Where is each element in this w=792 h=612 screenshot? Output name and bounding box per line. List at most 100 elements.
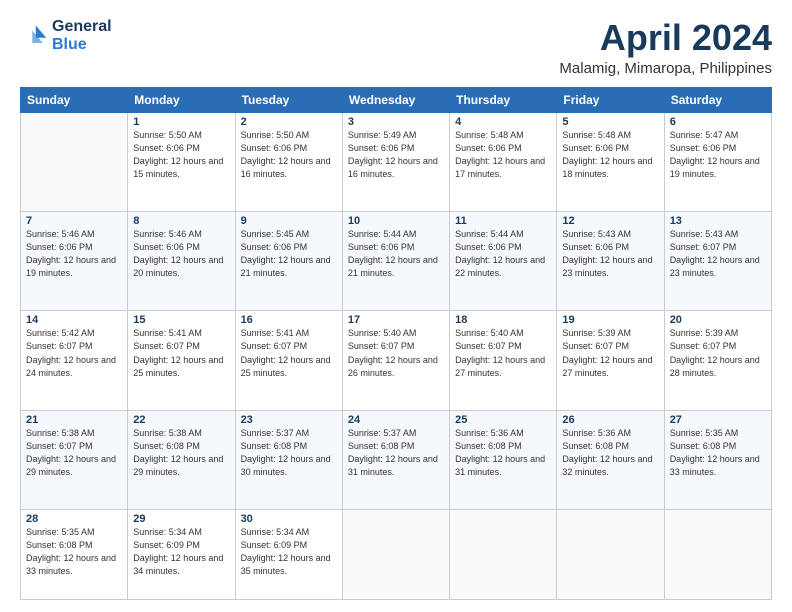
table-row: [21, 112, 128, 211]
day-number: 4: [455, 116, 551, 128]
day-info: Sunrise: 5:37 AMSunset: 6:08 PMDaylight:…: [241, 427, 337, 479]
day-info: Sunrise: 5:47 AMSunset: 6:06 PMDaylight:…: [670, 129, 766, 181]
col-wednesday: Wednesday: [342, 87, 449, 112]
day-info: Sunrise: 5:41 AMSunset: 6:07 PMDaylight:…: [133, 327, 229, 379]
day-info: Sunrise: 5:34 AMSunset: 6:09 PMDaylight:…: [241, 526, 337, 578]
day-info: Sunrise: 5:38 AMSunset: 6:07 PMDaylight:…: [26, 427, 122, 479]
table-row: 13Sunrise: 5:43 AMSunset: 6:07 PMDayligh…: [664, 212, 771, 311]
day-number: 8: [133, 215, 229, 227]
day-info: Sunrise: 5:39 AMSunset: 6:07 PMDaylight:…: [562, 327, 658, 379]
col-thursday: Thursday: [450, 87, 557, 112]
table-row: 19Sunrise: 5:39 AMSunset: 6:07 PMDayligh…: [557, 311, 664, 410]
day-number: 27: [670, 414, 766, 426]
table-row: 21Sunrise: 5:38 AMSunset: 6:07 PMDayligh…: [21, 410, 128, 509]
day-info: Sunrise: 5:43 AMSunset: 6:07 PMDaylight:…: [670, 228, 766, 280]
table-row: 18Sunrise: 5:40 AMSunset: 6:07 PMDayligh…: [450, 311, 557, 410]
calendar-header-row: Sunday Monday Tuesday Wednesday Thursday…: [21, 87, 772, 112]
day-info: Sunrise: 5:46 AMSunset: 6:06 PMDaylight:…: [26, 228, 122, 280]
day-number: 3: [348, 116, 444, 128]
table-row: 12Sunrise: 5:43 AMSunset: 6:06 PMDayligh…: [557, 212, 664, 311]
day-info: Sunrise: 5:50 AMSunset: 6:06 PMDaylight:…: [241, 129, 337, 181]
day-info: Sunrise: 5:44 AMSunset: 6:06 PMDaylight:…: [455, 228, 551, 280]
table-row: 17Sunrise: 5:40 AMSunset: 6:07 PMDayligh…: [342, 311, 449, 410]
day-number: 21: [26, 414, 122, 426]
day-number: 7: [26, 215, 122, 227]
logo: General Blue: [20, 18, 112, 53]
day-number: 20: [670, 314, 766, 326]
table-row: 22Sunrise: 5:38 AMSunset: 6:08 PMDayligh…: [128, 410, 235, 509]
day-info: Sunrise: 5:34 AMSunset: 6:09 PMDaylight:…: [133, 526, 229, 578]
table-row: 16Sunrise: 5:41 AMSunset: 6:07 PMDayligh…: [235, 311, 342, 410]
calendar-week-row: 1Sunrise: 5:50 AMSunset: 6:06 PMDaylight…: [21, 112, 772, 211]
table-row: 26Sunrise: 5:36 AMSunset: 6:08 PMDayligh…: [557, 410, 664, 509]
table-row: 14Sunrise: 5:42 AMSunset: 6:07 PMDayligh…: [21, 311, 128, 410]
day-info: Sunrise: 5:40 AMSunset: 6:07 PMDaylight:…: [348, 327, 444, 379]
day-info: Sunrise: 5:49 AMSunset: 6:06 PMDaylight:…: [348, 129, 444, 181]
table-row: 7Sunrise: 5:46 AMSunset: 6:06 PMDaylight…: [21, 212, 128, 311]
day-number: 15: [133, 314, 229, 326]
col-sunday: Sunday: [21, 87, 128, 112]
day-info: Sunrise: 5:36 AMSunset: 6:08 PMDaylight:…: [562, 427, 658, 479]
day-info: Sunrise: 5:35 AMSunset: 6:08 PMDaylight:…: [670, 427, 766, 479]
day-number: 16: [241, 314, 337, 326]
calendar-week-row: 28Sunrise: 5:35 AMSunset: 6:08 PMDayligh…: [21, 510, 772, 600]
day-number: 25: [455, 414, 551, 426]
day-number: 24: [348, 414, 444, 426]
day-info: Sunrise: 5:42 AMSunset: 6:07 PMDaylight:…: [26, 327, 122, 379]
header: General Blue April 2024 Malamig, Mimarop…: [20, 18, 772, 77]
table-row: 6Sunrise: 5:47 AMSunset: 6:06 PMDaylight…: [664, 112, 771, 211]
table-row: 5Sunrise: 5:48 AMSunset: 6:06 PMDaylight…: [557, 112, 664, 211]
day-number: 19: [562, 314, 658, 326]
day-number: 2: [241, 116, 337, 128]
day-number: 18: [455, 314, 551, 326]
table-row: [342, 510, 449, 600]
day-info: Sunrise: 5:48 AMSunset: 6:06 PMDaylight:…: [455, 129, 551, 181]
day-number: 29: [133, 513, 229, 525]
table-row: 3Sunrise: 5:49 AMSunset: 6:06 PMDaylight…: [342, 112, 449, 211]
day-number: 11: [455, 215, 551, 227]
day-number: 6: [670, 116, 766, 128]
table-row: 30Sunrise: 5:34 AMSunset: 6:09 PMDayligh…: [235, 510, 342, 600]
col-monday: Monday: [128, 87, 235, 112]
day-number: 28: [26, 513, 122, 525]
day-info: Sunrise: 5:35 AMSunset: 6:08 PMDaylight:…: [26, 526, 122, 578]
day-info: Sunrise: 5:46 AMSunset: 6:06 PMDaylight:…: [133, 228, 229, 280]
day-info: Sunrise: 5:41 AMSunset: 6:07 PMDaylight:…: [241, 327, 337, 379]
day-info: Sunrise: 5:36 AMSunset: 6:08 PMDaylight:…: [455, 427, 551, 479]
table-row: 23Sunrise: 5:37 AMSunset: 6:08 PMDayligh…: [235, 410, 342, 509]
day-info: Sunrise: 5:38 AMSunset: 6:08 PMDaylight:…: [133, 427, 229, 479]
day-number: 10: [348, 215, 444, 227]
day-number: 14: [26, 314, 122, 326]
day-number: 9: [241, 215, 337, 227]
title-block: April 2024 Malamig, Mimaropa, Philippine…: [559, 18, 772, 77]
table-row: 11Sunrise: 5:44 AMSunset: 6:06 PMDayligh…: [450, 212, 557, 311]
logo-line1: General: [52, 18, 112, 35]
day-number: 23: [241, 414, 337, 426]
page: General Blue April 2024 Malamig, Mimarop…: [0, 0, 792, 612]
calendar-table: Sunday Monday Tuesday Wednesday Thursday…: [20, 87, 772, 600]
calendar-week-row: 7Sunrise: 5:46 AMSunset: 6:06 PMDaylight…: [21, 212, 772, 311]
day-number: 12: [562, 215, 658, 227]
calendar-week-row: 14Sunrise: 5:42 AMSunset: 6:07 PMDayligh…: [21, 311, 772, 410]
table-row: 9Sunrise: 5:45 AMSunset: 6:06 PMDaylight…: [235, 212, 342, 311]
table-row: 29Sunrise: 5:34 AMSunset: 6:09 PMDayligh…: [128, 510, 235, 600]
location: Malamig, Mimaropa, Philippines: [559, 60, 772, 77]
day-number: 22: [133, 414, 229, 426]
logo-general: General Blue: [52, 18, 112, 53]
day-number: 5: [562, 116, 658, 128]
table-row: 24Sunrise: 5:37 AMSunset: 6:08 PMDayligh…: [342, 410, 449, 509]
table-row: [557, 510, 664, 600]
day-number: 17: [348, 314, 444, 326]
col-tuesday: Tuesday: [235, 87, 342, 112]
col-saturday: Saturday: [664, 87, 771, 112]
day-info: Sunrise: 5:39 AMSunset: 6:07 PMDaylight:…: [670, 327, 766, 379]
table-row: 25Sunrise: 5:36 AMSunset: 6:08 PMDayligh…: [450, 410, 557, 509]
table-row: 2Sunrise: 5:50 AMSunset: 6:06 PMDaylight…: [235, 112, 342, 211]
table-row: 15Sunrise: 5:41 AMSunset: 6:07 PMDayligh…: [128, 311, 235, 410]
month-title: April 2024: [559, 18, 772, 58]
day-info: Sunrise: 5:37 AMSunset: 6:08 PMDaylight:…: [348, 427, 444, 479]
table-row: 8Sunrise: 5:46 AMSunset: 6:06 PMDaylight…: [128, 212, 235, 311]
table-row: 10Sunrise: 5:44 AMSunset: 6:06 PMDayligh…: [342, 212, 449, 311]
table-row: 27Sunrise: 5:35 AMSunset: 6:08 PMDayligh…: [664, 410, 771, 509]
day-info: Sunrise: 5:43 AMSunset: 6:06 PMDaylight:…: [562, 228, 658, 280]
